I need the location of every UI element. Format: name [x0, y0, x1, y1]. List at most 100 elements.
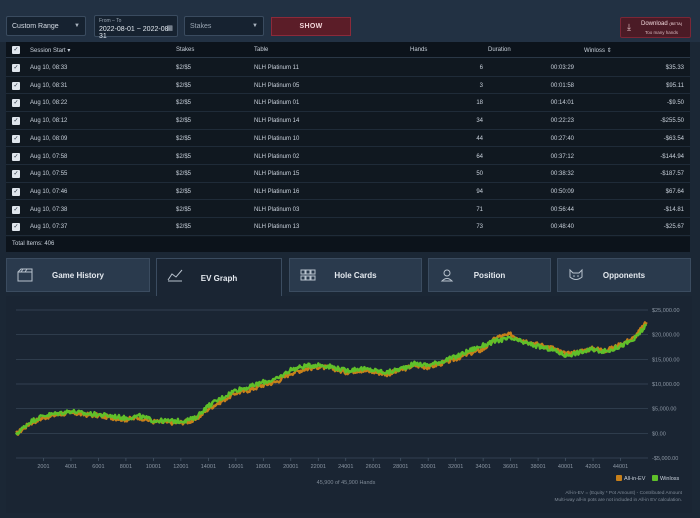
table-row[interactable]: ✓ Aug 10, 08:22 $2/$5 NLH Platinum 01 18 00:1… [6, 94, 690, 112]
download-sub: Too many hands [645, 30, 679, 35]
row-checkbox[interactable]: ✓ [12, 152, 20, 161]
legend-label-allin-ev: All-in-EV [624, 476, 646, 482]
stakes-select[interactable]: Stakes ▼ [184, 16, 264, 36]
cell-duration: 00:38:32 [550, 171, 574, 178]
row-checkbox[interactable]: ✓ [12, 134, 20, 143]
cell-hands: 73 [476, 224, 483, 231]
table-row[interactable]: ✓ Aug 10, 07:38 $2/$5 NLH Platinum 03 71 00:5… [6, 201, 690, 219]
film-icon [17, 268, 33, 282]
legend-label-winloss: Winloss [660, 476, 680, 482]
show-button[interactable]: SHOW [271, 17, 351, 36]
cell-winloss: -$9.50 [666, 100, 684, 107]
column-label: Session Start [30, 48, 66, 54]
column-label: Winloss [584, 48, 606, 54]
cell-winloss: -$63.54 [663, 135, 684, 142]
x-tick-label: 44001 [613, 464, 628, 470]
x-tick-label: 8001 [120, 464, 132, 470]
legend-swatch-winloss [652, 475, 658, 481]
date-range-label: From – To [99, 18, 122, 24]
tab-game-history[interactable]: Game History [6, 258, 150, 292]
x-tick-label: 22001 [311, 464, 326, 470]
y-tick-label: $5,000.00 [652, 407, 676, 413]
row-checkbox[interactable]: ✓ [12, 99, 20, 108]
download-label: Download [641, 21, 668, 27]
analysis-tabs: Game History EV Graph Hole Cards Positio… [6, 258, 692, 298]
cell-winloss: -$14.81 [663, 206, 684, 213]
tab-ev-graph[interactable]: EV Graph [156, 258, 282, 298]
calendar-icon: ▦ [166, 25, 173, 32]
date-range-field[interactable]: From – To 2022-08-01 ~ 2022-08-31 ▦ [94, 15, 178, 40]
y-tick-label: -$5,000.00 [652, 456, 678, 462]
cell-hands: 50 [476, 171, 483, 178]
cell-hands: 34 [476, 118, 483, 125]
table-row[interactable]: ✓ Aug 10, 08:09 $2/$5 NLH Platinum 10 44 00:2… [6, 130, 690, 148]
x-tick-label: 40001 [558, 464, 573, 470]
y-tick-label: $10,000.00 [652, 382, 680, 388]
x-tick-label: 28001 [393, 464, 408, 470]
sessions-table: ✓ Session Start ▾ Stakes Table Hands Dur… [6, 42, 690, 252]
cell-duration: 00:22:23 [550, 118, 574, 125]
location-icon [439, 268, 455, 282]
table-row[interactable]: ✓ Aug 10, 08:31 $2/$5 NLH Platinum 05 3 00:01… [6, 77, 690, 95]
x-tick-label: 30001 [421, 464, 436, 470]
cell-winloss: $35.33 [665, 65, 684, 71]
column-header-session-start[interactable]: Session Start ▾ [30, 47, 70, 54]
footnote-multiway: Multi-way all-in pots are not included i… [555, 497, 682, 503]
row-checkbox[interactable]: ✓ [12, 187, 20, 196]
y-tick-label: $25,000.00 [652, 308, 680, 314]
cell-hands: 3 [479, 82, 483, 89]
cell-winloss: $67.64 [665, 188, 684, 195]
tab-hole-cards[interactable]: Hole Cards [289, 258, 422, 292]
cell-start: Aug 10, 08:33 [30, 65, 68, 71]
cell-winloss: -$255.50 [660, 118, 684, 125]
cell-stakes: $2/$5 [176, 224, 192, 231]
cell-duration: 00:14:01 [550, 100, 574, 107]
table-row[interactable]: ✓ Aug 10, 08:33 $2/$5 NLH Platinum 11 6 00:03… [6, 59, 690, 77]
tab-position[interactable]: Position [428, 258, 551, 292]
range-select[interactable]: Custom Range ▼ [6, 16, 86, 36]
table-header: ✓ Session Start ▾ Stakes Table Hands Dur… [6, 42, 690, 58]
column-header-winloss[interactable]: Winloss ⇕ [584, 47, 612, 54]
x-tick-label: 38001 [530, 464, 545, 470]
cell-duration: 00:03:29 [550, 65, 574, 71]
row-checkbox[interactable]: ✓ [12, 64, 20, 72]
download-icon: ⤓ [627, 22, 631, 32]
cell-table: NLH Platinum 03 [254, 206, 300, 213]
tab-opponents[interactable]: Opponents [557, 258, 691, 292]
ev-graph-panel: $25,000.00 $20,000.00 $15,000.00 $10,000.00… [6, 296, 692, 513]
cell-duration: 00:27:40 [550, 135, 574, 142]
row-checkbox[interactable]: ✓ [12, 81, 20, 90]
date-range-value: 2022-08-01 ~ 2022-08-31 [99, 26, 171, 40]
x-tick-label: 6001 [92, 464, 104, 470]
table-row[interactable]: ✓ Aug 10, 08:12 $2/$5 NLH Platinum 14 34 00:2… [6, 112, 690, 130]
hands-count-label: 45,900 of 45,900 Hands [317, 480, 376, 486]
table-row[interactable]: ✓ Aug 10, 07:37 $2/$5 NLH Platinum 13 73 00:4… [6, 218, 690, 236]
x-tick-label: 36001 [503, 464, 518, 470]
cell-stakes: $2/$5 [176, 65, 192, 71]
cell-stakes: $2/$5 [176, 153, 192, 160]
download-button[interactable]: ⤓ Download (BETA) Too many hands [620, 17, 691, 38]
column-header-table: Table [254, 47, 269, 53]
cell-start: Aug 10, 07:55 [30, 171, 68, 178]
row-checkbox[interactable]: ✓ [12, 117, 20, 126]
cell-duration: 00:50:09 [550, 188, 574, 195]
cell-table: NLH Platinum 14 [254, 118, 300, 125]
row-checkbox[interactable]: ✓ [12, 170, 20, 179]
cell-duration: 00:48:40 [550, 224, 574, 231]
table-row[interactable]: ✓ Aug 10, 07:46 $2/$5 NLH Platinum 16 94 00:5… [6, 183, 690, 201]
cat-face-icon [568, 268, 584, 282]
cell-winloss: $95.11 [666, 82, 684, 89]
cell-winloss: -$25.67 [663, 224, 684, 231]
table-row[interactable]: ✓ Aug 10, 07:55 $2/$5 NLH Platinum 15 50 00:3… [6, 165, 690, 183]
x-tick-label: 34001 [475, 464, 490, 470]
row-checkbox[interactable]: ✓ [12, 205, 20, 214]
cell-winloss: -$144.94 [660, 153, 684, 160]
row-checkbox[interactable]: ✓ [12, 223, 20, 232]
x-tick-label: 26001 [366, 464, 381, 470]
cell-duration: 00:37:12 [550, 153, 574, 160]
x-tick-label: 42001 [585, 464, 600, 470]
chart-series [14, 321, 648, 436]
cell-start: Aug 10, 08:22 [30, 100, 68, 107]
table-row[interactable]: ✓ Aug 10, 07:58 $2/$5 NLH Platinum 02 64 00:3… [6, 148, 690, 166]
select-all-checkbox[interactable]: ✓ [12, 46, 20, 54]
